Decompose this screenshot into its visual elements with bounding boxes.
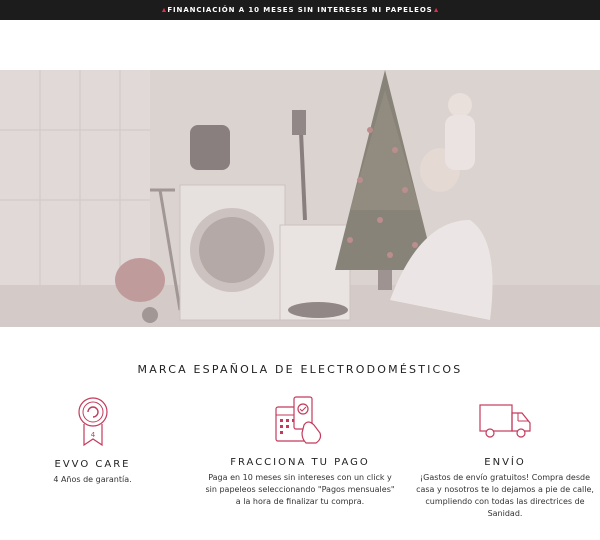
- hero-banner[interactable]: [0, 70, 600, 327]
- triangle-icon: ▲: [432, 6, 440, 14]
- feature-description: ¡Gastos de envío gratuitos! Compra desde…: [416, 473, 594, 518]
- hero-image: [0, 70, 600, 327]
- announcement-bar: ▲ FINANCIACIÓN A 10 MESES SIN INTERESES …: [0, 0, 600, 20]
- feature-title: ENVÍO: [484, 457, 526, 468]
- feature-shipping: ENVÍO ¡Gastos de envío gratuitos! Compra…: [410, 395, 600, 520]
- delivery-truck-icon: [479, 404, 531, 438]
- medal-badge-number: 4: [90, 431, 95, 439]
- feature-warranty: 4 EVVO CARE 4 Años de garantía.: [30, 395, 155, 486]
- medal-4-years-icon: 4: [77, 397, 108, 447]
- feature-financing: FRACCIONA TU PAGO Paga en 10 meses sin i…: [205, 395, 395, 508]
- section-title: MARCA ESPAÑOLA DE ELECTRODOMÉSTICOS: [137, 363, 463, 376]
- feature-description: Paga en 10 meses sin intereses con un cl…: [205, 473, 395, 506]
- announcement-text: FINANCIACIÓN A 10 MESES SIN INTERESES NI…: [167, 6, 433, 14]
- phone-calendar-payment-icon: [275, 396, 322, 444]
- triangle-icon: ▲: [160, 6, 168, 14]
- feature-title: FRACCIONA TU PAGO: [230, 457, 370, 468]
- feature-title: EVVO CARE: [54, 459, 131, 470]
- feature-description: 4 Años de garantía.: [53, 475, 132, 484]
